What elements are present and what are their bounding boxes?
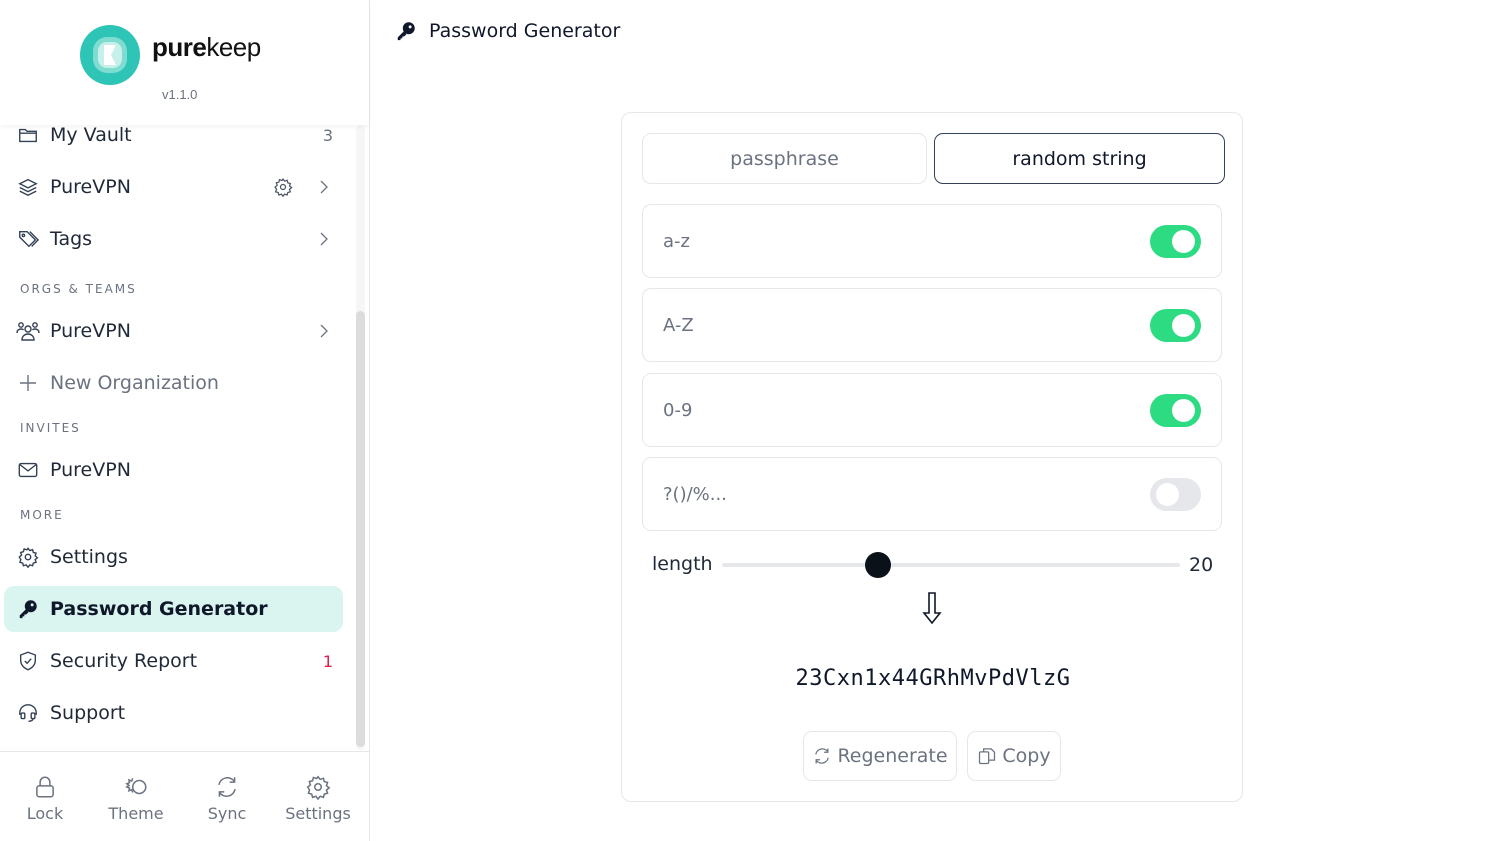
copy-label: Copy <box>1002 745 1051 767</box>
sidebar-item-label: Tags <box>50 228 93 250</box>
length-value: 20 <box>1189 554 1214 576</box>
sidebar-item-label: PureVPN <box>50 176 131 198</box>
sidebar-item-label: PureVPN <box>50 459 131 481</box>
key-icon <box>16 597 40 621</box>
key-icon <box>397 22 415 41</box>
sidebar-item-label: Password Generator <box>50 598 268 620</box>
brand-name: purekeep <box>152 32 261 63</box>
toggle-knob <box>1156 483 1179 506</box>
chevron-right-icon <box>320 180 328 194</box>
brand-name-light: keep <box>206 32 261 62</box>
settings-label: Settings <box>285 804 351 823</box>
toggle-knob <box>1172 230 1195 253</box>
mode-passphrase-button[interactable]: passphrase <box>642 133 927 184</box>
sync-icon <box>218 777 236 797</box>
generated-password: 23Cxn1x44GRhMvPdVlzG <box>795 666 1071 691</box>
sidebar-item-label: Support <box>50 702 126 724</box>
page-title: Password Generator <box>429 20 621 42</box>
new-organization-button[interactable]: New Organization <box>4 360 343 406</box>
slider-track <box>722 563 1180 567</box>
option-label: a-z <box>663 231 690 252</box>
toggle-knob <box>1172 399 1195 422</box>
option-symbols: ?()/%... <box>642 457 1222 531</box>
option-lowercase: a-z <box>642 204 1222 278</box>
plus-icon <box>16 371 40 395</box>
bottom-toolbar: Lock Theme Sync Settings <box>0 751 369 841</box>
symbols-toggle[interactable] <box>1150 478 1201 511</box>
sidebar: purekeep v1.1.0 My Vault 3 PureVPN Tags <box>0 0 370 841</box>
lock-button[interactable]: Lock <box>0 774 90 834</box>
brand-header: purekeep v1.1.0 <box>0 0 369 125</box>
option-label: 0-9 <box>663 400 693 421</box>
settings-button[interactable]: Settings <box>273 774 363 834</box>
tag-icon <box>16 227 40 251</box>
shield-check-icon <box>16 649 40 673</box>
chevron-right-icon <box>320 324 328 338</box>
gear-icon <box>16 545 40 569</box>
folder-icon <box>16 123 40 147</box>
sidebar-scrollbar-thumb[interactable] <box>356 311 365 747</box>
lowercase-toggle[interactable] <box>1150 225 1201 258</box>
app-version: v1.1.0 <box>162 87 198 102</box>
sync-label: Sync <box>207 804 247 823</box>
slider-thumb[interactable] <box>864 552 891 578</box>
headset-icon <box>16 701 40 725</box>
sidebar-item-label: PureVPN <box>50 320 131 342</box>
digits-toggle[interactable] <box>1150 394 1201 427</box>
security-alert-count: 1 <box>322 651 333 671</box>
mode-random-string-button[interactable]: random string <box>934 133 1225 184</box>
length-slider[interactable] <box>722 552 1180 578</box>
sidebar-item-purevpn-vault[interactable]: PureVPN <box>4 164 343 210</box>
lock-label: Lock <box>26 804 64 823</box>
sidebar-nav: My Vault 3 PureVPN Tags ORGS & TEAMS Pur… <box>0 110 355 750</box>
sidebar-item-invite-purevpn[interactable]: PureVPN <box>4 447 343 493</box>
lock-icon <box>36 776 54 798</box>
regenerate-button[interactable]: Regenerate <box>803 731 957 781</box>
copy-button[interactable]: Copy <box>967 731 1061 781</box>
sidebar-item-label: Settings <box>50 546 128 568</box>
sidebar-scrollbar[interactable] <box>356 125 365 750</box>
sidebar-item-settings[interactable]: Settings <box>4 534 343 580</box>
sidebar-item-security-report[interactable]: Security Report 1 <box>4 638 343 684</box>
layers-icon <box>16 175 40 199</box>
gear-icon <box>306 775 331 800</box>
theme-label: Theme <box>108 804 164 823</box>
section-label-invites: INVITES <box>20 421 81 435</box>
option-label: A-Z <box>663 315 694 336</box>
refresh-icon <box>815 748 830 764</box>
regenerate-label: Regenerate <box>837 745 948 767</box>
arrow-down-icon <box>922 592 942 625</box>
mail-icon <box>16 458 40 482</box>
sidebar-item-label: New Organization <box>50 372 219 394</box>
length-label: length <box>652 553 713 575</box>
sidebar-item-label: My Vault <box>50 124 132 146</box>
section-label-more: MORE <box>20 508 64 522</box>
copy-icon <box>979 748 996 765</box>
theme-icon <box>125 778 147 795</box>
uppercase-toggle[interactable] <box>1150 309 1201 342</box>
brand-name-bold: pure <box>152 32 207 62</box>
vault-settings-icon[interactable] <box>273 177 293 197</box>
sidebar-item-label: Security Report <box>50 650 198 672</box>
theme-button[interactable]: Theme <box>91 774 181 834</box>
sidebar-item-tags[interactable]: Tags <box>4 216 343 262</box>
toggle-knob <box>1172 314 1195 337</box>
option-digits: 0-9 <box>642 373 1222 447</box>
section-label-orgs: ORGS & TEAMS <box>20 282 137 296</box>
option-uppercase: A-Z <box>642 288 1222 362</box>
sync-button[interactable]: Sync <box>182 774 272 834</box>
page-header: Password Generator <box>395 16 620 46</box>
option-label: ?()/%... <box>663 484 727 505</box>
sidebar-item-support[interactable]: Support <box>4 690 343 736</box>
sidebar-item-org-purevpn[interactable]: PureVPN <box>4 308 343 354</box>
sidebar-item-password-generator[interactable]: Password Generator <box>4 586 343 632</box>
chevron-right-icon <box>320 232 328 246</box>
users-icon <box>16 319 40 343</box>
purekeep-logo-icon <box>80 25 140 85</box>
password-generator-card: passphrase random string a-z A-Z 0-9 ?()… <box>621 112 1243 802</box>
vault-count: 3 <box>322 125 333 145</box>
